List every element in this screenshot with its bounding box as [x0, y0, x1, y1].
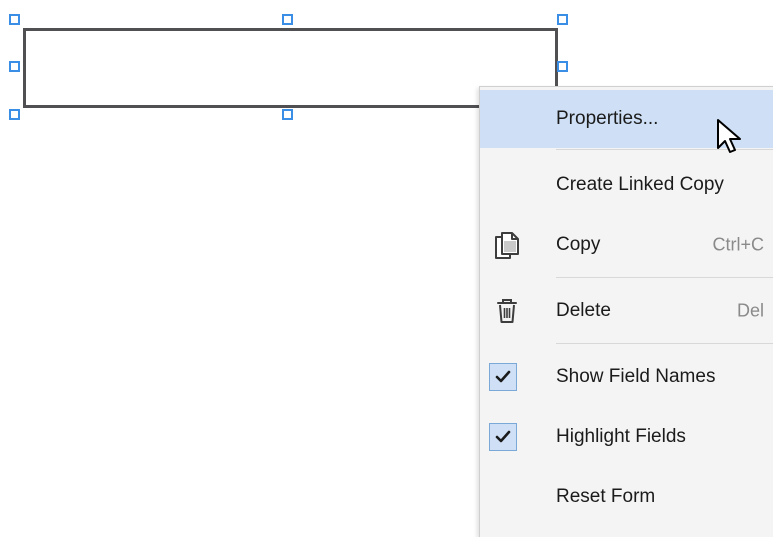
- resize-handle-top-right[interactable]: [557, 14, 568, 25]
- menu-item-create-linked-copy[interactable]: Create Linked Copy: [480, 156, 773, 214]
- copy-icon: [495, 232, 519, 259]
- menu-item-copy[interactable]: Copy Ctrl+C: [480, 216, 773, 274]
- menu-separator: [556, 277, 773, 278]
- menu-item-label: Reset Form: [556, 486, 656, 507]
- resize-handle-bottom-middle[interactable]: [282, 109, 293, 120]
- menu-item-delete[interactable]: Delete Del: [480, 282, 773, 340]
- menu-item-reset-form[interactable]: Reset Form: [480, 468, 773, 526]
- resize-handle-top-middle[interactable]: [282, 14, 293, 25]
- menu-item-label: Create Linked Copy: [556, 174, 724, 195]
- resize-handle-bottom-left[interactable]: [9, 109, 20, 120]
- mouse-pointer-icon: [717, 119, 741, 153]
- resize-handle-middle-left[interactable]: [9, 61, 20, 72]
- menu-item-shortcut: Ctrl+C: [712, 234, 764, 255]
- resize-handle-middle-right[interactable]: [557, 61, 568, 72]
- menu-item-label: Copy: [556, 234, 601, 255]
- menu-item-show-field-names[interactable]: Show Field Names: [480, 348, 773, 406]
- menu-item-label: Delete: [556, 300, 611, 321]
- menu-separator: [556, 343, 773, 344]
- menu-item-label: Highlight Fields: [556, 426, 686, 447]
- menu-item-label: Properties...: [556, 108, 659, 129]
- menu-item-label: Show Field Names: [556, 366, 716, 387]
- checkbox-highlight-fields[interactable]: [489, 423, 517, 451]
- checkmark-icon: [495, 370, 511, 383]
- resize-handle-top-left[interactable]: [9, 14, 20, 25]
- selected-form-field[interactable]: [23, 28, 558, 108]
- menu-item-highlight-fields[interactable]: Highlight Fields: [480, 408, 773, 466]
- checkmark-icon: [495, 430, 511, 443]
- trash-icon: [497, 299, 517, 323]
- checkbox-show-field-names[interactable]: [489, 363, 517, 391]
- menu-item-shortcut: Del: [736, 300, 764, 321]
